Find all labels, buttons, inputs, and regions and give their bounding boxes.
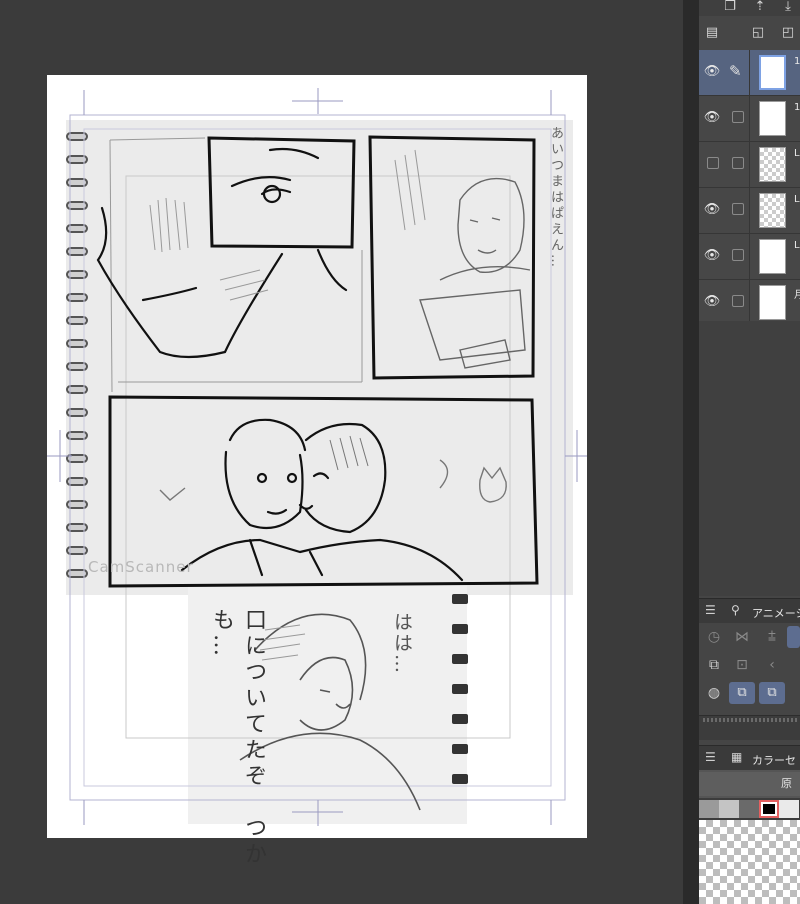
eye-icon[interactable]: 👁: [703, 248, 721, 264]
panel-scrollbar[interactable]: [699, 715, 800, 740]
panel-splitter[interactable]: [683, 0, 699, 904]
onion-skin-icon[interactable]: ⧉: [703, 655, 725, 675]
layer-edit-checkbox[interactable]: [732, 157, 744, 169]
animation-panel-body: ◷ ⋈ ⩲ ⧉ ⊡ ‹ ◍ ⧉ ⧉: [699, 623, 800, 715]
layer-list-empty-area: [699, 321, 800, 596]
manga-sketch-drawing: [47, 88, 587, 826]
merge-down-icon[interactable]: ⇡: [751, 0, 769, 14]
chevron-left-icon[interactable]: ‹: [761, 655, 783, 675]
menu-icon[interactable]: ☰: [705, 603, 716, 617]
layer-thumbnail: [759, 285, 786, 320]
canvas-area[interactable]: はは… 口についてたぞ つかも… あいつまはぱえん… CamScanner: [0, 0, 683, 904]
lock-icon[interactable]: ⊡: [731, 655, 753, 675]
manga-dialogue-3: あいつまはぱえん…: [548, 126, 563, 270]
color-swatch[interactable]: [739, 800, 759, 818]
color-swatches: [699, 798, 800, 820]
manga-dialogue-1: はは…: [391, 612, 413, 675]
layer-row[interactable]: 👁 ✎ 1: [699, 50, 800, 96]
align-icon[interactable]: ⩲: [761, 627, 783, 647]
scanner-watermark: CamScanner: [88, 558, 194, 576]
color-set-selector: 原: [699, 770, 800, 798]
color-swatch[interactable]: [779, 800, 799, 818]
layer-thumbnail: [759, 55, 786, 90]
manga-dialogue-2: 口についてたぞ つかも…: [209, 608, 266, 868]
visibility-checkbox[interactable]: [707, 157, 719, 169]
timeline-icon[interactable]: ◷: [703, 627, 725, 647]
duplicate-cel-button[interactable]: ⧉: [759, 682, 785, 704]
pen-icon[interactable]: ✎: [729, 62, 742, 80]
color-set-panel-title[interactable]: カラーセ: [752, 752, 796, 768]
layer-toolbar: ▤ ◱ ◰: [699, 16, 800, 51]
animation-icon[interactable]: ⚲: [731, 603, 740, 617]
eye-icon[interactable]: 👁: [703, 294, 721, 310]
layer-name: L: [794, 240, 800, 251]
copy-layer-icon[interactable]: ❐: [721, 0, 739, 14]
layer-name: 1: [794, 102, 800, 113]
eye-icon[interactable]: 👁: [703, 202, 721, 218]
layer-thumbnail: [759, 239, 786, 274]
new-layer-folder-icon[interactable]: ◰: [779, 26, 797, 40]
layer-row[interactable]: 👁 月: [699, 280, 800, 326]
light-table-icon[interactable]: ◍: [703, 683, 725, 703]
transfer-icon[interactable]: ⤓: [779, 0, 797, 14]
layer-list: 👁 ✎ 1 👁 1 L 👁 L 👁 L 👁 月: [699, 50, 800, 326]
layer-edit-checkbox[interactable]: [732, 249, 744, 261]
layer-edit-checkbox[interactable]: [732, 111, 744, 123]
layer-name: L: [794, 194, 800, 205]
color-set-icon[interactable]: ▦: [731, 750, 742, 764]
layer-thumbnail: [759, 193, 786, 228]
layer-row[interactable]: 👁 L: [699, 234, 800, 280]
new-cel-button[interactable]: ⧉: [729, 682, 755, 704]
color-swatch-selected[interactable]: [759, 800, 779, 818]
color-swatch[interactable]: [699, 800, 719, 818]
layer-edit-checkbox[interactable]: [732, 295, 744, 307]
animation-panel-title[interactable]: アニメーシ: [752, 605, 800, 621]
color-set-panel-header: ☰ ▦ カラーセ: [699, 745, 800, 771]
layer-edit-checkbox[interactable]: [732, 203, 744, 215]
playback-button[interactable]: [787, 626, 800, 648]
animation-panel-header: ☰ ⚲ アニメーシ: [699, 598, 800, 624]
layer-name: L: [794, 148, 800, 159]
eye-icon[interactable]: 👁: [703, 110, 721, 126]
new-raster-layer-icon[interactable]: ◱: [749, 26, 767, 40]
layer-row[interactable]: L: [699, 142, 800, 188]
color-set-dropdown[interactable]: 原: [699, 772, 800, 796]
flip-icon[interactable]: ⋈: [731, 627, 753, 647]
right-panel: ❐ ⇡ ⤓ ▤ ◱ ◰ 👁 ✎ 1 👁 1 L �: [699, 0, 800, 904]
layer-row[interactable]: 👁 1: [699, 96, 800, 142]
layer-row[interactable]: 👁 L: [699, 188, 800, 234]
transparent-color-area[interactable]: [699, 820, 800, 904]
menu-icon[interactable]: ☰: [705, 750, 716, 764]
layer-thumbnail: [759, 101, 786, 136]
layer-thumbnail: [759, 147, 786, 182]
eye-icon[interactable]: 👁: [703, 64, 721, 80]
layer-toolbar-top: ❐ ⇡ ⤓: [699, 0, 800, 16]
layer-name: 1: [794, 56, 800, 67]
layer-property-icon[interactable]: ▤: [703, 26, 721, 40]
color-swatch[interactable]: [719, 800, 739, 818]
layer-name: 月: [794, 290, 800, 301]
